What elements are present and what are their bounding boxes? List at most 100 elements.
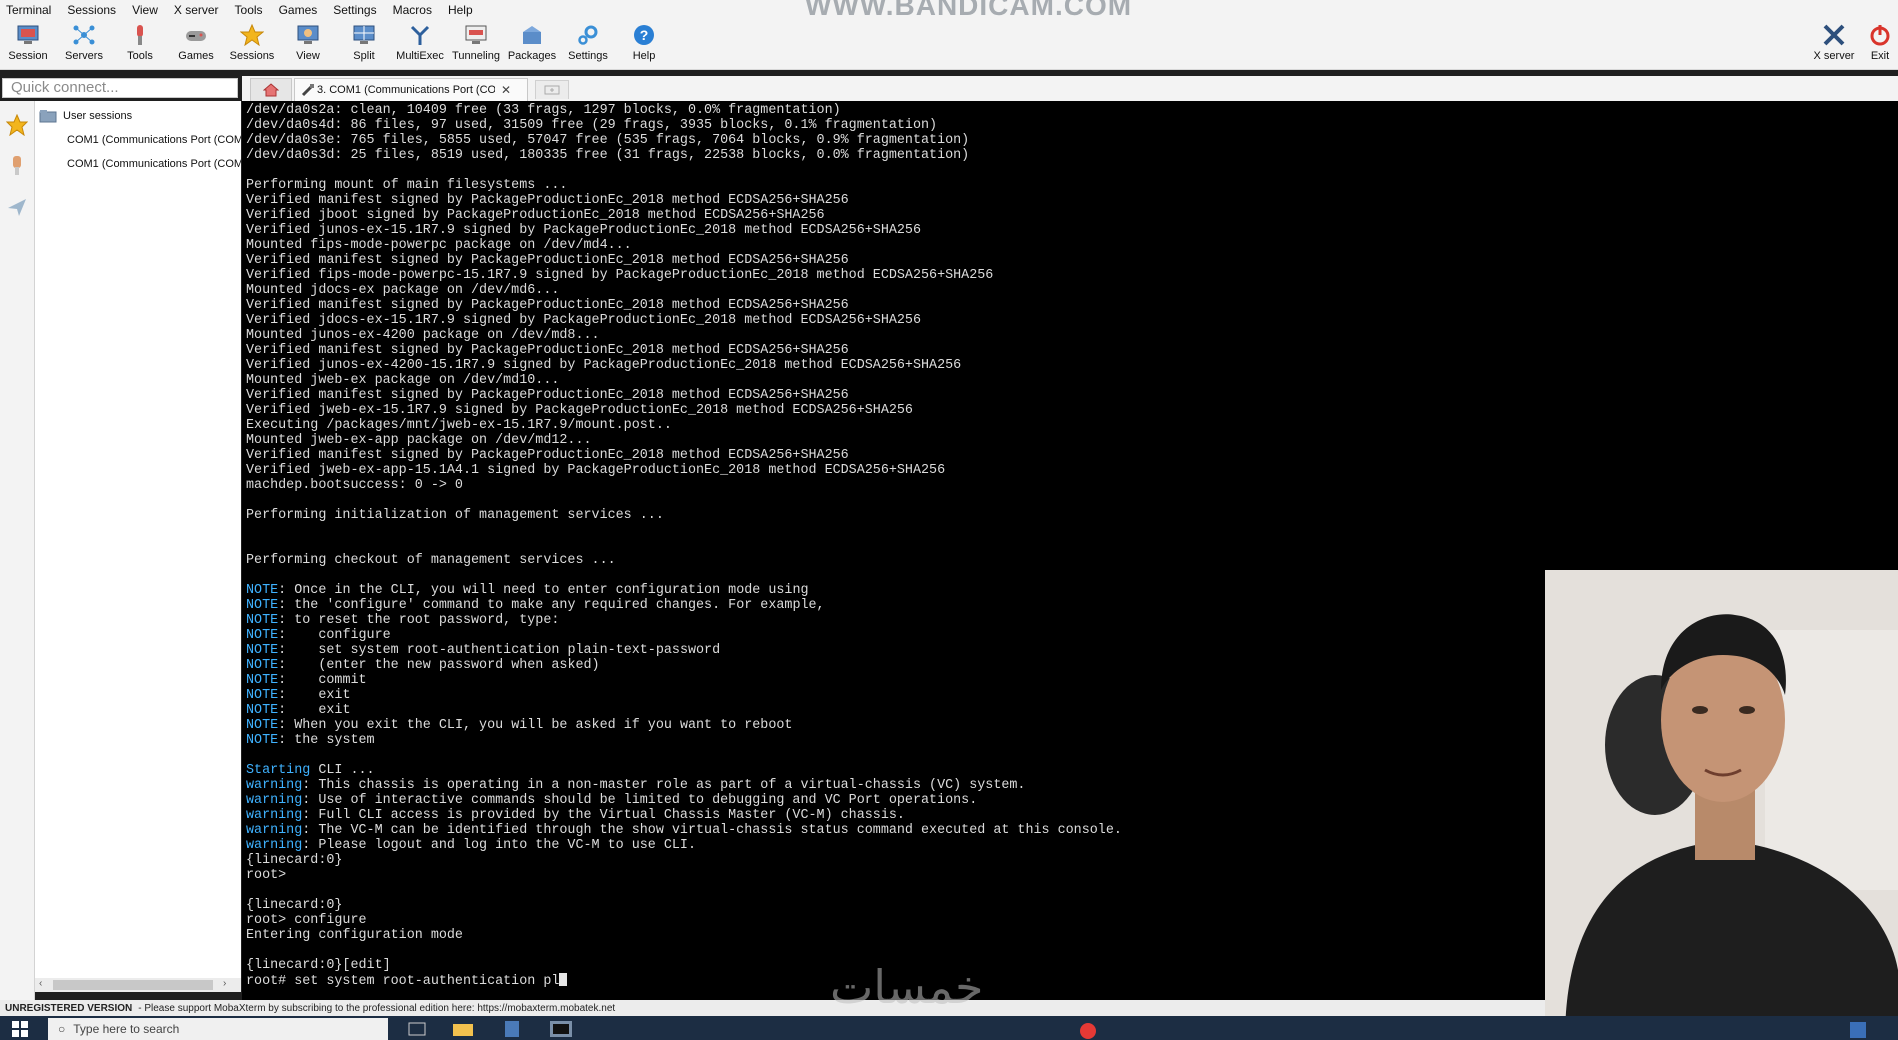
terminal-line-tag: warning <box>246 838 303 853</box>
new-tab-icon <box>544 85 560 95</box>
terminal-line-tag: Starting <box>246 763 311 778</box>
games-icon <box>183 22 209 48</box>
terminal-line: {linecard:0}[edit] <box>246 958 391 973</box>
terminal-line: Verified manifest signed by PackageProdu… <box>246 193 849 208</box>
tree-item-com1[interactable]: COM1 (Communications Port (COM1)) <box>61 157 241 171</box>
terminal-line-tag: NOTE <box>246 688 279 703</box>
servers-icon <box>71 22 97 48</box>
settings-button[interactable]: Settings <box>560 22 616 68</box>
help-icon: ? <box>631 22 657 48</box>
terminal-line-tag: warning <box>246 823 303 838</box>
help-button[interactable]: ? Help <box>616 22 672 68</box>
terminal-line: Verified manifest signed by PackageProdu… <box>246 388 849 403</box>
sidebar-sessions-star[interactable] <box>5 113 29 137</box>
sidebar-tools[interactable] <box>5 153 29 177</box>
terminal-line: /dev/da0s3e: 765 files, 5855 used, 57047… <box>246 133 970 148</box>
terminal-line: NOTE: commit <box>246 673 367 688</box>
terminal-line: NOTE: the system <box>246 733 375 748</box>
terminal-output: /dev/da0s2a: clean, 10409 free (33 frags… <box>246 103 1122 989</box>
windows-taskbar: ○ Type here to search <box>0 1016 1898 1040</box>
scrollbar-thumb[interactable] <box>53 980 213 990</box>
unregistered-label: UNREGISTERED VERSION <box>5 1002 133 1014</box>
tools-icon <box>127 22 153 48</box>
power-icon <box>1867 22 1893 48</box>
games-button[interactable]: Games <box>168 22 224 68</box>
split-icon <box>351 22 377 48</box>
session-button[interactable]: Session <box>0 22 56 68</box>
presenter-video <box>1545 570 1898 1040</box>
menu-xserver[interactable]: X server <box>174 3 219 17</box>
terminal-line: /dev/da0s2a: clean, 10409 free (33 frags… <box>246 103 841 118</box>
view-button[interactable]: View <box>280 22 336 68</box>
menu-macros[interactable]: Macros <box>393 3 432 17</box>
terminal-line-tag: NOTE <box>246 628 279 643</box>
menu-tools[interactable]: Tools <box>235 3 263 17</box>
menu-terminal[interactable]: Terminal <box>6 3 51 17</box>
terminal-line: Verified junos-ex-15.1R7.9 signed by Pac… <box>246 223 921 238</box>
tunneling-icon <box>463 22 489 48</box>
file-explorer-icon[interactable] <box>450 1019 476 1039</box>
menu-help[interactable]: Help <box>448 3 473 17</box>
status-message[interactable]: - Please support MobaXterm by subscribin… <box>138 1003 615 1014</box>
tree-root-user-sessions[interactable]: User sessions <box>39 109 132 123</box>
home-tab[interactable] <box>250 78 292 101</box>
terminal-line-tag: NOTE <box>246 658 279 673</box>
terminal-line: Performing mount of main filesystems ... <box>246 178 568 193</box>
terminal-line: Verified fips-mode-powerpc-15.1R7.9 sign… <box>246 268 994 283</box>
terminal-line: Verified jweb-ex-app-15.1A4.1 signed by … <box>246 463 946 478</box>
menu-settings[interactable]: Settings <box>333 3 376 17</box>
terminal-line: warning: Please logout and log into the … <box>246 838 696 853</box>
scroll-left-icon[interactable]: ‹ <box>39 978 42 989</box>
xserver-button[interactable]: X server <box>1806 22 1862 68</box>
tunneling-button[interactable]: Tunneling <box>448 22 504 68</box>
exit-button[interactable]: Exit <box>1862 22 1898 68</box>
taskbar-search-input[interactable]: ○ Type here to search <box>48 1018 388 1040</box>
terminal-line-tag: NOTE <box>246 643 279 658</box>
packages-button[interactable]: Packages <box>504 22 560 68</box>
menu-games[interactable]: Games <box>279 3 318 17</box>
terminal-line: NOTE: exit <box>246 688 351 703</box>
sidebar-send[interactable] <box>5 195 29 219</box>
menu-view[interactable]: View <box>132 3 158 17</box>
terminal-line: Executing /packages/mnt/jweb-ex-15.1R7.9… <box>246 418 672 433</box>
terminal-line: Performing initialization of management … <box>246 508 664 523</box>
tools-icon <box>13 156 21 175</box>
terminal-line: Performing checkout of management servic… <box>246 553 616 568</box>
close-tab-icon[interactable]: ✕ <box>501 83 511 97</box>
scroll-right-icon[interactable]: › <box>223 978 226 989</box>
split-button[interactable]: Split <box>336 22 392 68</box>
menu-sessions[interactable]: Sessions <box>67 3 116 17</box>
sessions-button[interactable]: Sessions <box>224 22 280 68</box>
star-icon <box>6 114 28 136</box>
terminal-line: NOTE: When you exit the CLI, you will be… <box>246 718 793 733</box>
search-icon: ○ <box>58 1022 66 1036</box>
servers-button[interactable]: Servers <box>56 22 112 68</box>
document-app-icon[interactable] <box>500 1019 526 1039</box>
terminal-line: NOTE: Once in the CLI, you will need to … <box>246 583 809 598</box>
terminal-line-tag: NOTE <box>246 583 279 598</box>
new-tab-button[interactable] <box>535 80 569 99</box>
terminal-line: NOTE: configure <box>246 628 391 643</box>
terminal-line: Verified manifest signed by PackageProdu… <box>246 298 849 313</box>
folder-icon <box>39 110 57 123</box>
tools-button[interactable]: Tools <box>112 22 168 68</box>
xserver-icon <box>1821 22 1847 48</box>
quick-connect-input[interactable]: Quick connect... <box>2 78 238 98</box>
terminal-line-tag: NOTE <box>246 598 279 613</box>
mobaxterm-taskbar-icon[interactable] <box>548 1019 574 1039</box>
terminal-line-tag: warning <box>246 778 303 793</box>
tab-com1[interactable]: 3. COM1 (Communications Port (COM1)) ✕ <box>294 78 528 101</box>
multiexec-button[interactable]: MultiExec <box>392 22 448 68</box>
tray-app-icon[interactable] <box>1845 1019 1871 1039</box>
tree-horizontal-scrollbar[interactable]: ‹ › <box>35 978 241 992</box>
terminal-line: /dev/da0s4d: 86 files, 97 used, 31509 fr… <box>246 118 938 133</box>
terminal-line-tag: warning <box>246 808 303 823</box>
send-icon <box>8 199 26 216</box>
task-view-icon[interactable] <box>404 1019 430 1039</box>
tree-item-com1[interactable]: COM1 (Communications Port (COM1)) <box>61 133 241 147</box>
windows-start-icon[interactable] <box>12 1021 28 1037</box>
recording-indicator-icon <box>1080 1023 1096 1039</box>
terminal-line: Mounted junos-ex-4200 package on /dev/md… <box>246 328 600 343</box>
